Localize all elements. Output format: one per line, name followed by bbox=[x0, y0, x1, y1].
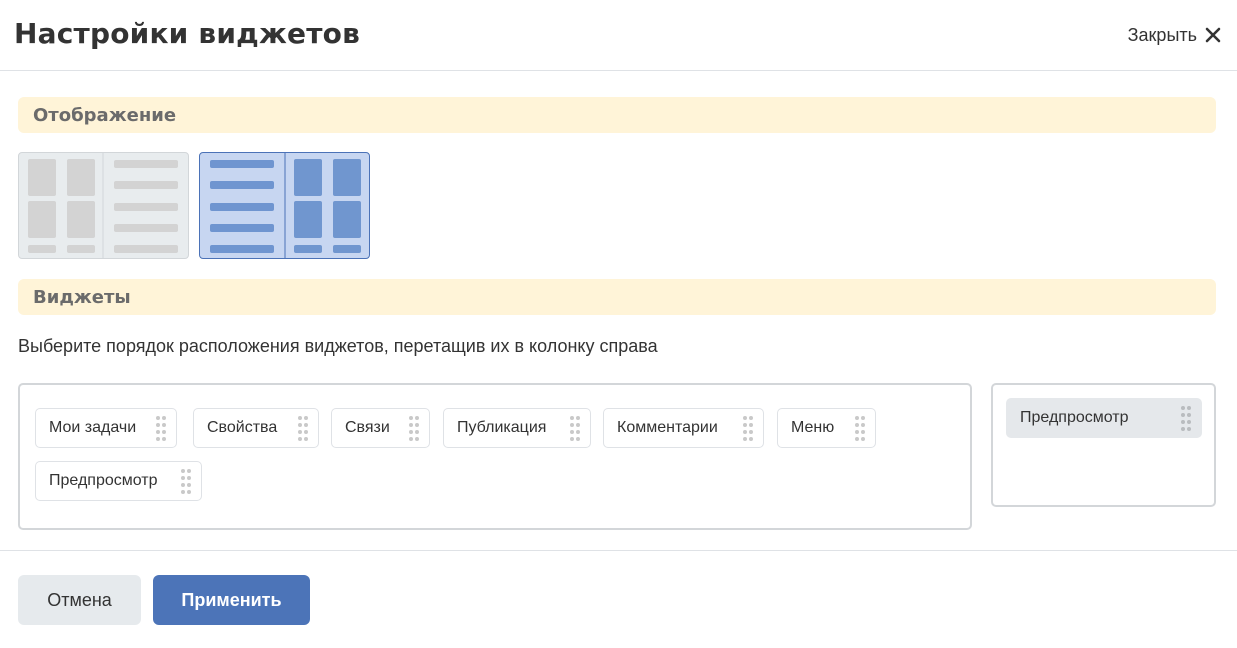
drag-handle-icon[interactable] bbox=[181, 468, 191, 494]
drag-handle-icon[interactable] bbox=[156, 415, 166, 441]
widget-chip-label: Комментарии bbox=[617, 419, 718, 436]
drag-handle-icon[interactable] bbox=[298, 415, 308, 441]
widget-chip-preview[interactable]: Предпросмотр bbox=[35, 461, 202, 501]
available-widgets-pool: Мои задачи Свойства Связи Публикация Ком… bbox=[18, 383, 972, 530]
drag-handle-icon[interactable] bbox=[409, 415, 419, 441]
widget-chip-menu[interactable]: Меню bbox=[777, 408, 876, 448]
drag-handle-icon[interactable] bbox=[1181, 405, 1191, 431]
widget-chip-label: Меню bbox=[791, 419, 835, 436]
widget-chip-label: Предпросмотр bbox=[1020, 409, 1129, 426]
layout-option-widgets-right[interactable] bbox=[199, 152, 370, 259]
section-widgets-title: Виджеты bbox=[33, 287, 131, 308]
selected-widget-chip-preview[interactable]: Предпросмотр bbox=[1006, 398, 1202, 438]
close-button[interactable]: Закрыть bbox=[1128, 22, 1221, 48]
cancel-button[interactable]: Отмена bbox=[18, 575, 141, 625]
widget-chip-properties[interactable]: Свойства bbox=[193, 408, 319, 448]
close-icon bbox=[1205, 27, 1221, 43]
widget-chip-label: Публикация bbox=[457, 419, 547, 436]
widget-chip-label: Мои задачи bbox=[49, 419, 137, 436]
section-display: Отображение bbox=[18, 97, 1216, 133]
section-widgets: Виджеты bbox=[18, 279, 1216, 315]
close-label: Закрыть bbox=[1127, 24, 1197, 45]
widget-chip-label: Свойства bbox=[207, 419, 278, 436]
layout-widgets-left-icon bbox=[28, 153, 178, 258]
dialog-header: Настройки виджетов Закрыть bbox=[0, 0, 1237, 71]
selected-widgets-column[interactable]: Предпросмотр bbox=[991, 383, 1216, 507]
widget-chip-publication[interactable]: Публикация bbox=[443, 408, 591, 448]
widget-chip-my-tasks[interactable]: Мои задачи bbox=[35, 408, 177, 448]
layout-widgets-right-icon bbox=[210, 153, 361, 258]
layout-option-widgets-left[interactable] bbox=[18, 152, 189, 259]
widget-chip-label: Предпросмотр bbox=[49, 472, 158, 489]
widget-settings-dialog: Настройки виджетов Закрыть Отображение В… bbox=[0, 0, 1237, 648]
drag-handle-icon[interactable] bbox=[855, 415, 865, 441]
dialog-title: Настройки виджетов bbox=[14, 17, 361, 50]
widget-chip-links[interactable]: Связи bbox=[331, 408, 430, 448]
drag-handle-icon[interactable] bbox=[743, 415, 753, 441]
widgets-instruction: Выберите порядок расположения виджетов, … bbox=[18, 336, 658, 356]
drag-handle-icon[interactable] bbox=[570, 415, 580, 441]
widget-chip-label: Связи bbox=[345, 419, 390, 436]
apply-button[interactable]: Применить bbox=[153, 575, 310, 625]
widget-chip-comments[interactable]: Комментарии bbox=[603, 408, 764, 448]
section-display-title: Отображение bbox=[33, 105, 177, 126]
